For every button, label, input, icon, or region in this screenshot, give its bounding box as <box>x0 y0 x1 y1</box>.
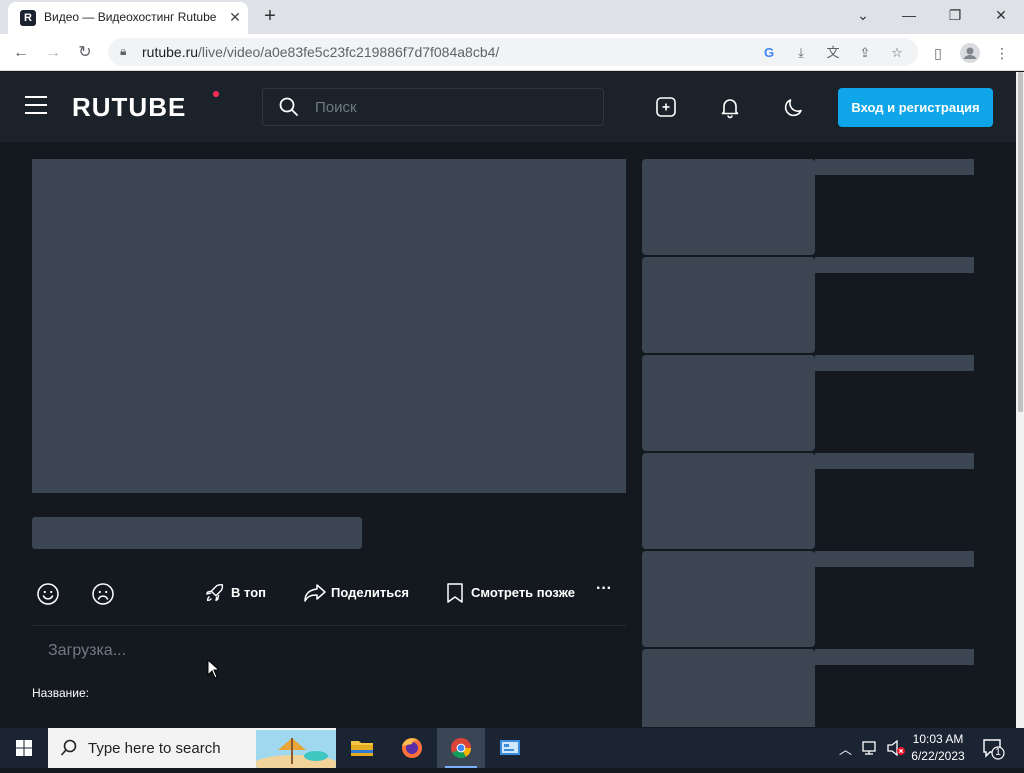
search-placeholder: Поиск <box>315 99 357 116</box>
video-player-skeleton[interactable] <box>32 159 626 493</box>
share-label: Поделиться <box>331 585 410 600</box>
reload-icon[interactable]: ↻ <box>72 40 98 66</box>
taskbar-control-panel[interactable] <box>486 728 534 768</box>
translate-icon[interactable]: 文 <box>824 44 842 62</box>
bookmark-star-icon[interactable]: ☆ <box>888 44 906 62</box>
recommendation-title-skeleton <box>815 453 974 469</box>
notification-count-badge: 1 <box>995 747 1001 758</box>
recommendation-title-skeleton <box>815 257 974 273</box>
share-button[interactable]: Поделиться <box>303 582 413 604</box>
hamburger-menu-icon[interactable] <box>25 96 47 118</box>
watch-later-button[interactable]: Смотреть позже <box>446 582 576 604</box>
folder-icon <box>351 741 373 756</box>
recommendation-title-skeleton <box>815 551 974 567</box>
taskbar-firefox[interactable] <box>388 728 436 768</box>
forward-arrow-icon[interactable]: → <box>40 40 66 66</box>
url-text[interactable]: rutube.ru/live/video/a0e83fe5c23fc219886… <box>142 44 499 60</box>
smile-icon <box>37 583 59 605</box>
side-panel-icon[interactable]: ▯ <box>926 41 950 65</box>
search-highlight-beach-icon <box>256 730 336 768</box>
boost-top-label: В топ <box>231 585 266 600</box>
firefox-icon <box>402 738 422 758</box>
start-button[interactable] <box>0 728 48 768</box>
recommendation-thumbnail-skeleton[interactable] <box>642 551 815 647</box>
rutube-favicon-icon: R <box>20 10 36 26</box>
url-host: rutube.ru <box>142 44 199 60</box>
more-options-icon[interactable]: ··· <box>596 580 618 602</box>
rutube-logo[interactable]: RUTUBE <box>72 92 186 123</box>
browser-tab[interactable]: R Видео — Видеохостинг Rutube ✕ <box>8 2 248 34</box>
divider <box>32 625 626 626</box>
clock-date: 6/22/2023 <box>911 749 965 763</box>
taskbar-search-box[interactable]: Type here to search <box>48 728 336 768</box>
like-smile-button[interactable] <box>36 582 60 605</box>
upload-plus-icon[interactable] <box>654 95 678 119</box>
control-panel-icon <box>500 740 520 755</box>
browser-toolbar: ← → ↻ 🔒︎ rutube.ru/live/video/a0e83fe5c2… <box>0 34 1024 71</box>
close-window-button[interactable]: ✕ <box>978 0 1024 32</box>
chrome-icon <box>451 738 472 759</box>
main-content: В топ Поделиться Смотреть позже ··· Загр… <box>0 142 1016 727</box>
profile-avatar-icon[interactable] <box>958 41 982 65</box>
google-icon[interactable]: G <box>760 44 778 62</box>
login-register-button[interactable]: Вход и регистрация <box>838 88 993 127</box>
minimize-button[interactable]: — <box>886 0 932 32</box>
recommendation-thumbnail-skeleton[interactable] <box>642 453 815 549</box>
video-name-label: Название: <box>32 686 89 700</box>
taskbar-chrome[interactable] <box>437 728 485 768</box>
watch-later-label: Смотреть позже <box>471 585 575 600</box>
windows-taskbar: Type here to search ︿ 10:03 AM 6/22/2023… <box>0 728 1024 768</box>
tab-title: Видео — Видеохостинг Rutube <box>44 10 217 24</box>
description-loading-text: Загрузка... <box>48 642 127 659</box>
new-tab-button[interactable]: + <box>258 4 282 28</box>
recommendation-title-skeleton <box>815 355 974 371</box>
tray-overflow-chevron-up-icon[interactable]: ︿ <box>839 739 852 758</box>
address-bar[interactable]: 🔒︎ rutube.ru/live/video/a0e83fe5c23fc219… <box>108 38 918 66</box>
bookmark-icon <box>447 583 463 603</box>
sad-face-icon <box>92 583 114 605</box>
restore-button[interactable]: ❐ <box>932 0 978 32</box>
recommendation-title-skeleton <box>815 649 974 665</box>
lock-icon[interactable]: 🔒︎ <box>120 44 126 59</box>
install-app-icon[interactable]: ⤓ <box>792 44 810 62</box>
boost-top-button[interactable]: В топ <box>204 582 284 604</box>
recommendation-thumbnail-skeleton[interactable] <box>642 649 815 727</box>
page-scrollbar-thumb[interactable] <box>1018 72 1023 412</box>
dislike-sad-button[interactable] <box>91 582 115 605</box>
logo-dot <box>213 91 219 97</box>
taskbar-search-placeholder: Type here to search <box>88 740 221 757</box>
share-arrow-icon <box>304 584 326 602</box>
network-icon[interactable] <box>862 740 880 756</box>
back-arrow-icon[interactable]: ← <box>8 40 34 66</box>
search-icon <box>60 739 77 756</box>
url-path: /live/video/a0e83fe5c23fc219886f7d7f084a… <box>198 44 500 60</box>
recommendation-thumbnail-skeleton[interactable] <box>642 257 815 353</box>
tab-search-chevron-down-icon[interactable]: ⌄ <box>840 0 886 32</box>
clock-time: 10:03 AM <box>912 732 964 746</box>
windows-logo-icon <box>16 740 32 756</box>
site-header: RUTUBE Поиск Вход и регистрация <box>0 72 1016 142</box>
rocket-icon <box>206 583 224 602</box>
dark-mode-moon-icon[interactable] <box>782 95 806 119</box>
search-input[interactable]: Поиск <box>262 88 604 126</box>
taskbar-file-explorer[interactable] <box>338 728 386 768</box>
recommendation-thumbnail-skeleton[interactable] <box>642 355 815 451</box>
share-icon[interactable]: ⇪ <box>856 44 874 62</box>
browser-menu-icon[interactable]: ⋮ <box>990 41 1014 65</box>
system-clock[interactable]: 10:03 AM 6/22/2023 <box>902 731 974 765</box>
search-icon <box>279 97 298 116</box>
tab-close-icon[interactable]: ✕ <box>226 8 244 26</box>
recommendation-title-skeleton <box>815 159 974 175</box>
video-title-skeleton <box>32 517 362 549</box>
recommendation-thumbnail-skeleton[interactable] <box>642 159 815 255</box>
notifications-bell-icon[interactable] <box>718 95 742 119</box>
browser-tab-strip: R Видео — Видеохостинг Rutube ✕ + ⌄ — ❐ … <box>0 0 1024 34</box>
mouse-cursor-icon <box>207 659 219 679</box>
